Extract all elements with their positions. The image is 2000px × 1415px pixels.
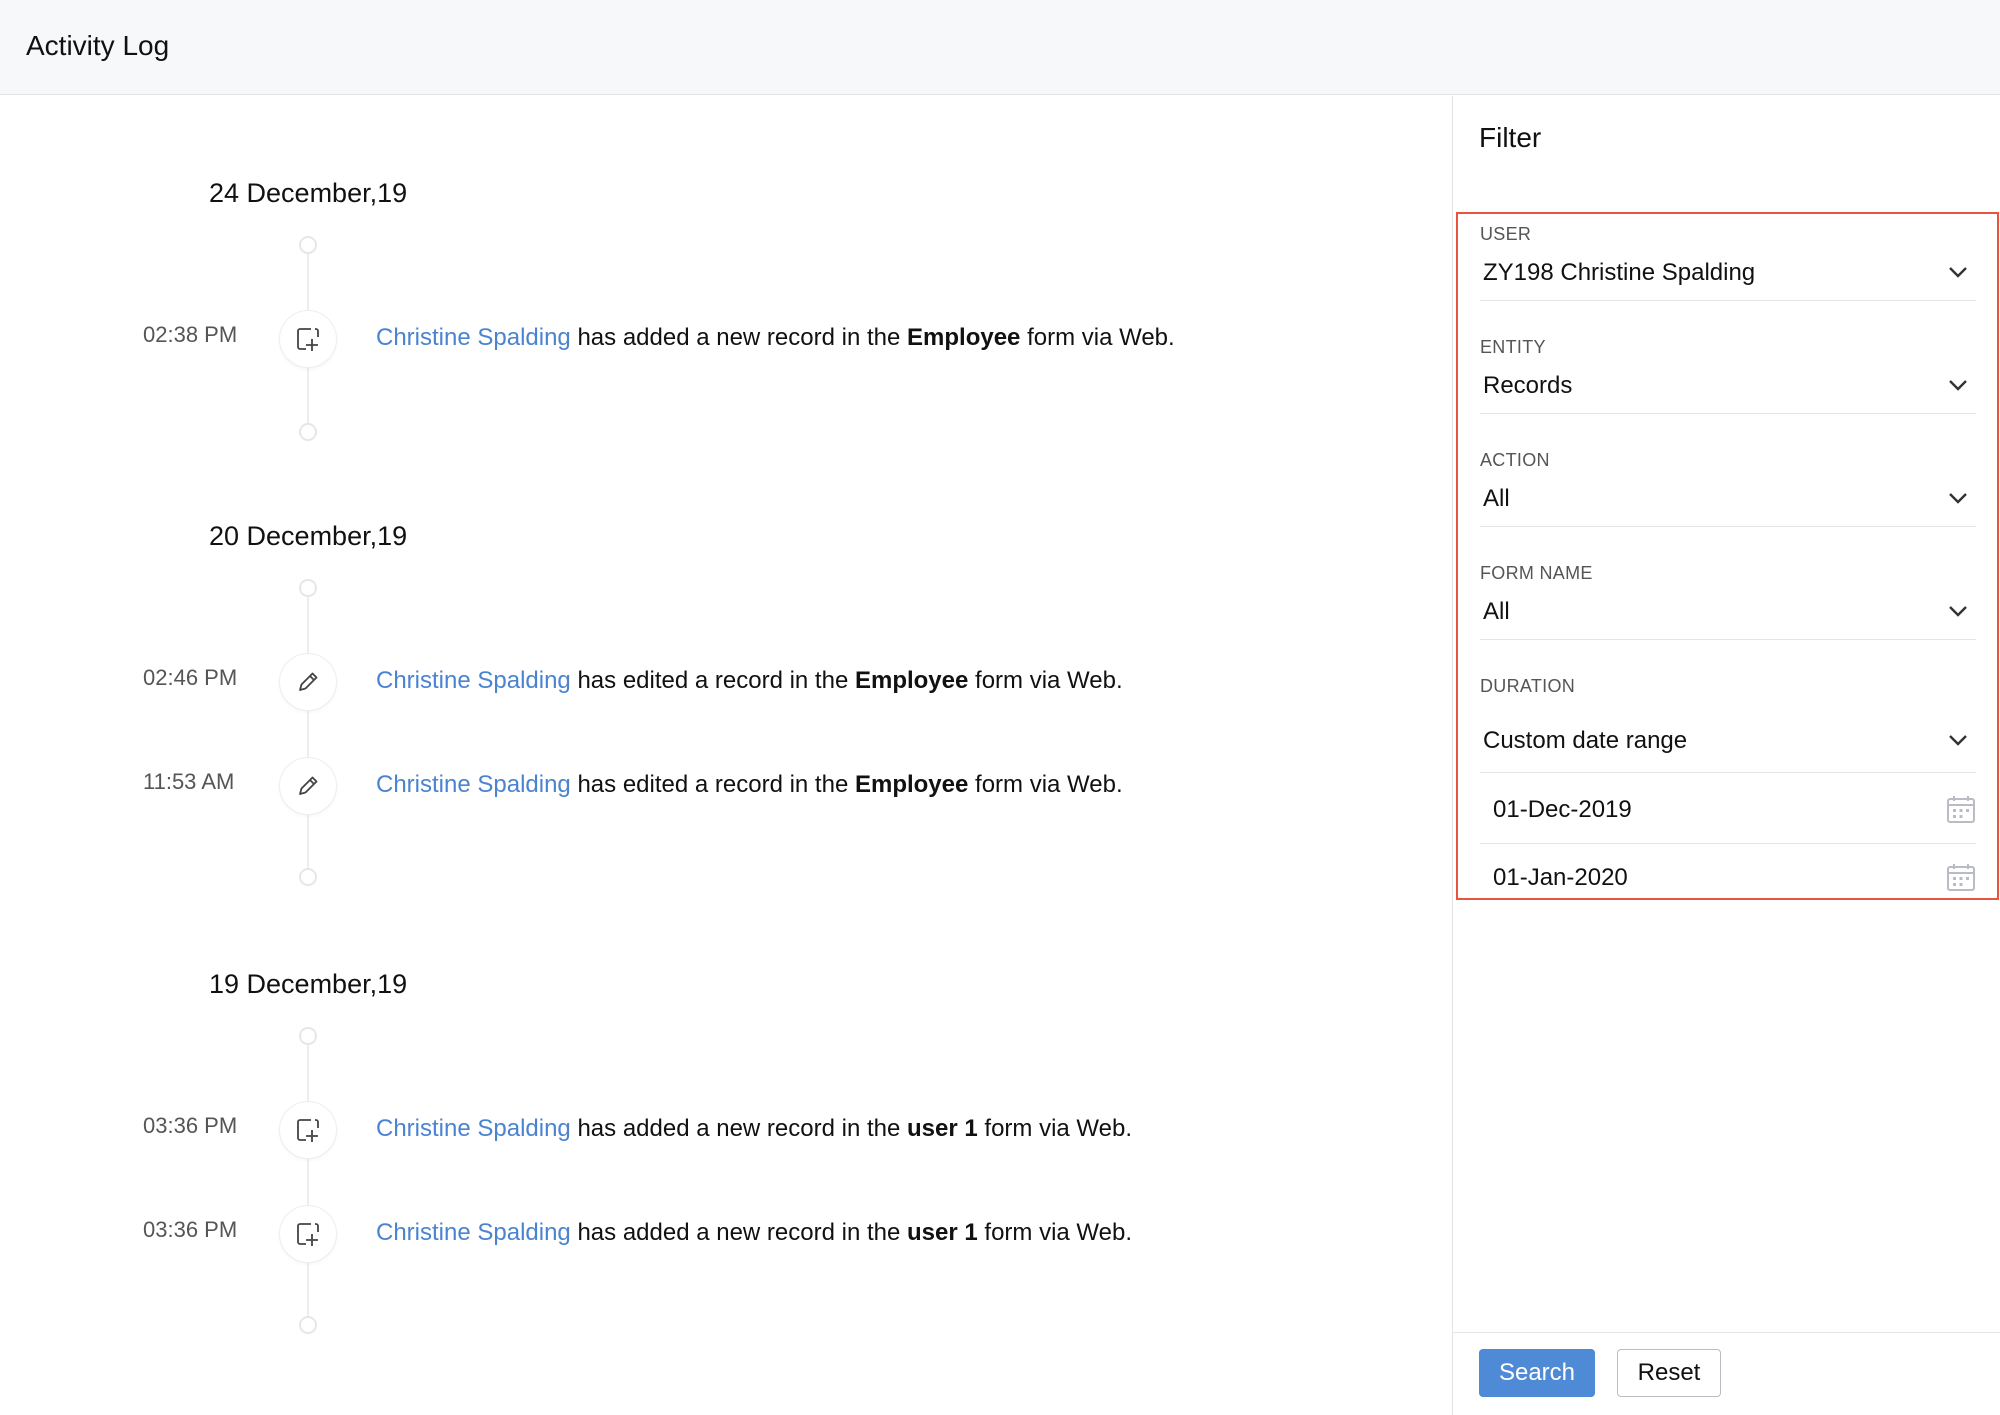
user-filter: USER ZY198 Christine Spalding	[1480, 224, 1976, 301]
entry-suffix-text: form via Web.	[975, 771, 1123, 798]
action-filter-label: ACTION	[1480, 450, 1550, 470]
form-name-filter: FORM NAME All	[1480, 563, 1976, 640]
entry-suffix-text: form via Web.	[984, 1115, 1133, 1142]
entry-time: 03:36 PM	[143, 1217, 238, 1242]
entry-time: 03:36 PM	[143, 1113, 238, 1138]
entry-form-name: Employee	[854, 667, 969, 694]
activity-timeline: 24 December,19 02:38 PM Christine Spaldi…	[0, 96, 1452, 1415]
to-date-value: 01-Jan-2020	[1493, 864, 1628, 891]
chevron-down-icon	[1949, 735, 1967, 746]
entry-description: Christine Spalding has edited a record i…	[376, 771, 1123, 799]
entity-select-value: Records	[1483, 372, 1573, 399]
entry-form-name: Employee	[907, 324, 1021, 351]
entry-description: Christine Spalding has added a new recor…	[376, 1115, 1132, 1143]
form-name-select[interactable]: All	[1480, 584, 1976, 640]
page-header: Activity Log	[0, 0, 2000, 95]
filter-panel: Filter USER ZY198 Christine Spalding ENT…	[1452, 96, 2000, 1415]
search-button[interactable]: Search	[1479, 1349, 1595, 1397]
chevron-down-icon	[1949, 267, 1967, 278]
action-filter: ACTION All	[1480, 450, 1976, 527]
entry-form-name: user 1	[907, 1219, 978, 1246]
filter-fields-highlight: USER ZY198 Christine Spalding ENTITY Rec…	[1456, 212, 1999, 900]
timeline-start-dot	[299, 236, 317, 254]
entry-suffix-text: form via Web.	[975, 667, 1123, 694]
edit-pencil-icon	[280, 654, 336, 710]
entry-form-name: Employee	[854, 771, 969, 798]
entry-description: Christine Spalding has edited a record i…	[376, 667, 1123, 695]
from-date-value: 01-Dec-2019	[1493, 796, 1632, 823]
entry-form-name: user 1	[907, 1115, 978, 1142]
entity-filter-label: ENTITY	[1480, 337, 1546, 357]
group-date-heading: 24 December,19	[209, 178, 408, 208]
add-record-icon	[280, 1206, 336, 1262]
entry-action-text: has added a new record in the	[577, 1115, 901, 1142]
entry-description: Christine Spalding has added a new recor…	[376, 324, 1175, 352]
user-link[interactable]: Christine Spalding	[376, 324, 571, 351]
timeline-line	[307, 1038, 309, 1328]
entry-action-text: has added a new record in the	[577, 1219, 901, 1246]
calendar-icon[interactable]	[1946, 794, 1976, 824]
action-select[interactable]: All	[1480, 471, 1976, 527]
user-filter-label: USER	[1480, 224, 1532, 244]
timeline-line	[307, 591, 309, 881]
reset-button[interactable]: Reset	[1617, 1349, 1721, 1397]
chevron-down-icon	[1949, 380, 1967, 391]
timeline-end-dot	[299, 423, 317, 441]
filter-title: Filter	[1479, 122, 1542, 153]
entry-time: 11:53 AM	[143, 769, 235, 794]
form-name-filter-label: FORM NAME	[1480, 563, 1593, 583]
timeline-end-dot	[299, 1316, 317, 1334]
entry-time: 02:46 PM	[143, 665, 238, 690]
duration-select[interactable]: Custom date range	[1480, 697, 1976, 773]
entry-action-text: has added a new record in the	[577, 324, 901, 351]
action-select-value: All	[1483, 485, 1510, 512]
calendar-icon[interactable]	[1946, 862, 1976, 892]
duration-select-value: Custom date range	[1483, 727, 1688, 754]
page-title: Activity Log	[26, 30, 170, 61]
group-date-heading: 20 December,19	[209, 521, 408, 551]
filter-footer: Search Reset	[1453, 1332, 2000, 1415]
from-date-input[interactable]: 01-Dec-2019	[1480, 776, 1976, 844]
chevron-down-icon	[1949, 493, 1967, 504]
user-link[interactable]: Christine Spalding	[376, 1219, 571, 1246]
entity-select[interactable]: Records	[1480, 358, 1976, 414]
add-record-icon	[280, 1102, 336, 1158]
user-select[interactable]: ZY198 Christine Spalding	[1480, 245, 1976, 301]
duration-filter: DURATION Custom date range	[1480, 676, 1976, 773]
entry-action-text: has edited a record in the	[577, 771, 849, 798]
add-record-icon	[280, 311, 336, 367]
entry-action-text: has edited a record in the	[577, 667, 849, 694]
chevron-down-icon	[1949, 606, 1967, 617]
timeline-start-dot	[299, 579, 317, 597]
entry-description: Christine Spalding has added a new recor…	[376, 1219, 1132, 1247]
form-name-select-value: All	[1483, 598, 1510, 625]
user-link[interactable]: Christine Spalding	[376, 667, 571, 694]
duration-filter-label: DURATION	[1480, 676, 1576, 696]
entry-suffix-text: form via Web.	[984, 1219, 1133, 1246]
edit-pencil-icon	[280, 758, 336, 814]
timeline-start-dot	[299, 1027, 317, 1045]
user-link[interactable]: Christine Spalding	[376, 771, 571, 798]
user-link[interactable]: Christine Spalding	[376, 1115, 571, 1142]
group-date-heading: 19 December,19	[209, 969, 408, 999]
entry-time: 02:38 PM	[143, 322, 238, 347]
entry-suffix-text: form via Web.	[1027, 324, 1175, 351]
user-select-value: ZY198 Christine Spalding	[1483, 259, 1756, 286]
timeline-end-dot	[299, 868, 317, 886]
to-date-input[interactable]: 01-Jan-2020	[1480, 844, 1976, 898]
entity-filter: ENTITY Records	[1480, 337, 1976, 414]
